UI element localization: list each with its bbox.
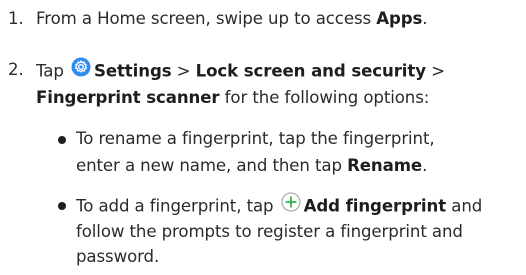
bullet-2-line-2: follow the prompts to register a fingerp…: [76, 222, 463, 241]
bullet-1-line-2-before: enter a new name, and then tap: [76, 156, 348, 175]
add-circle-icon: [281, 192, 301, 218]
bullet-2-line-1-before: To add a fingerprint, tap: [76, 196, 279, 216]
step-2-line-2: Fingerprint scanner for the following op…: [36, 87, 429, 109]
step-2-settings-label: Settings: [93, 61, 172, 81]
step-1-text-after: .: [422, 9, 428, 28]
bullet-1-line-2-after: .: [422, 156, 428, 175]
step-2-lock-screen-label: Lock screen and security: [195, 61, 426, 81]
bullet-2-add-fingerprint-label: Add fingerprint: [303, 196, 447, 216]
bullet-1-rename-label: Rename: [347, 156, 423, 175]
settings-gear-icon: [71, 57, 91, 83]
bullet-1-dot: [58, 136, 66, 144]
bullet-2-dot: [58, 202, 66, 210]
bullet-1-line-2: enter a new name, and then tap Rename.: [76, 155, 427, 177]
step-1-number: 1.: [8, 9, 24, 28]
step-1-text: From a Home screen, swipe up to access A…: [36, 8, 428, 30]
step-2-tap-text: Tap: [36, 61, 69, 81]
bullet-1-line-1: To rename a fingerprint, tap the fingerp…: [76, 129, 435, 148]
step-1-apps-label: Apps: [376, 9, 423, 28]
step-2-line-1: Tap Settings > Lock screen and security …: [36, 57, 445, 85]
bullet-2-line-3: password.: [76, 247, 160, 266]
step-2-sep-1: >: [171, 61, 196, 81]
step-2-sep-2: >: [425, 61, 445, 81]
step-2-fingerprint-scanner-label: Fingerprint scanner: [36, 88, 220, 107]
step-2-number: 2.: [8, 60, 24, 79]
bullet-2-line-1: To add a fingerprint, tap Add fingerprin…: [76, 192, 483, 220]
step-1-text-before: From a Home screen, swipe up to access: [36, 9, 377, 28]
step-2-line-2-text: for the following options:: [219, 88, 430, 107]
bullet-2-line-1-after: and: [446, 196, 483, 216]
